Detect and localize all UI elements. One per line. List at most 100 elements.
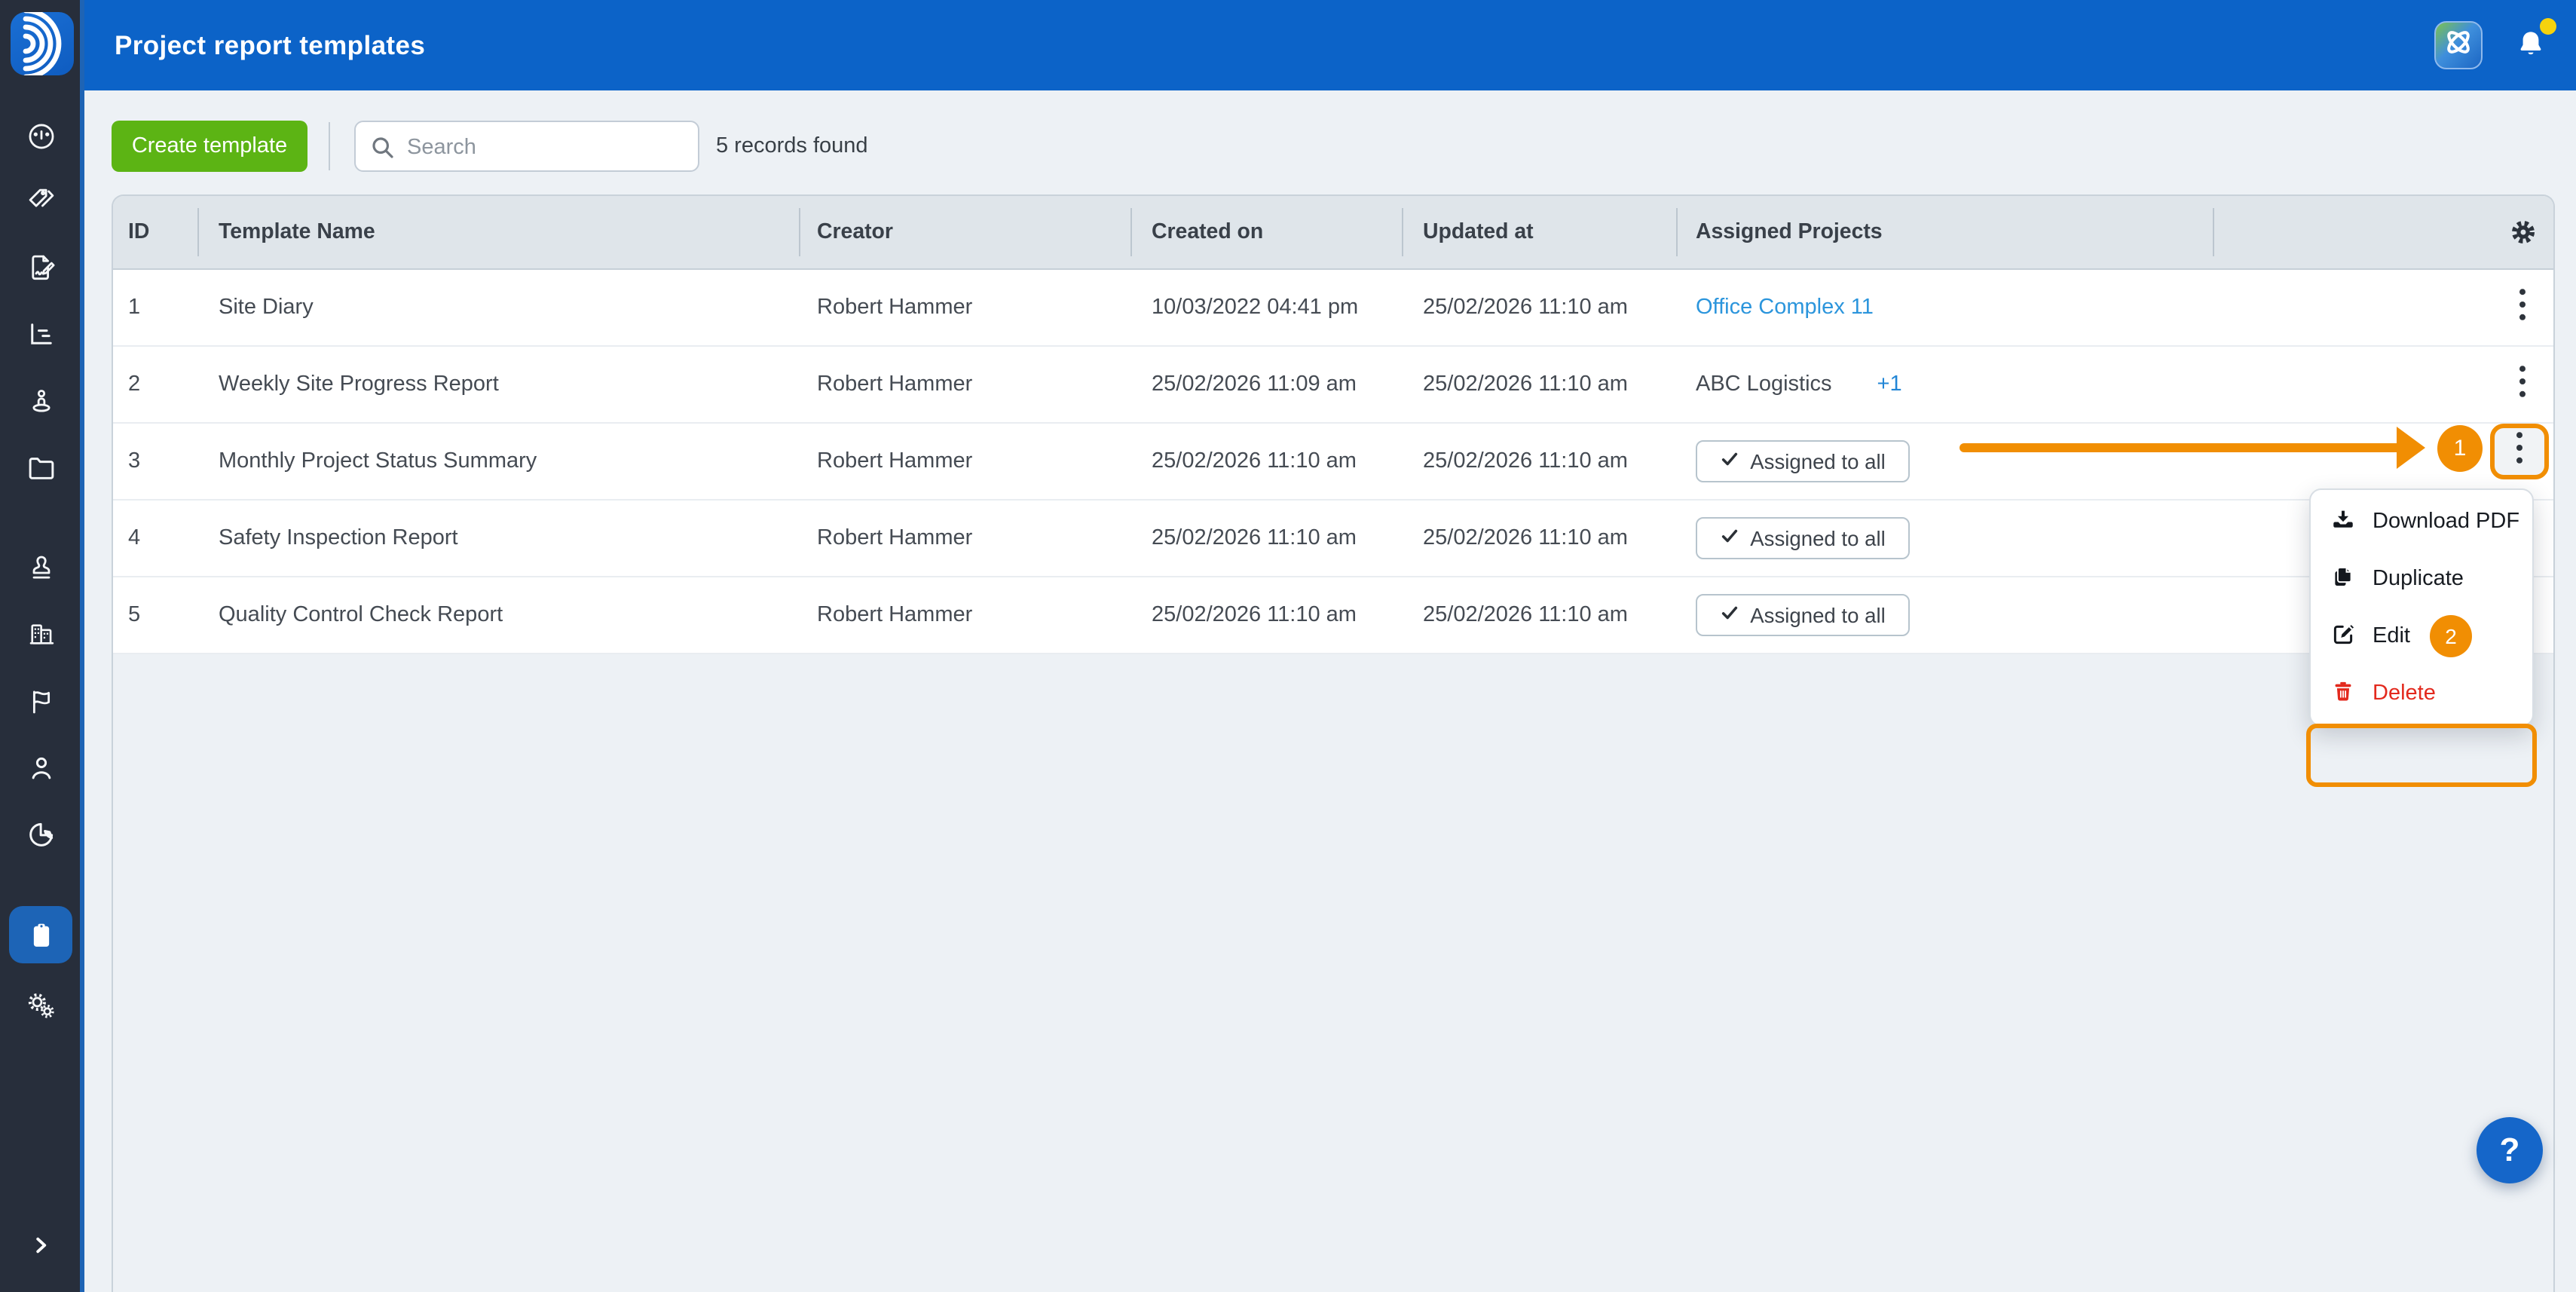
column-header-id[interactable]: ID	[128, 196, 149, 268]
sidebar-item-site-diary[interactable]	[9, 237, 72, 297]
cell-creator: Robert Hammer	[817, 295, 973, 320]
records-count: 5 records found	[716, 134, 868, 158]
table-settings-button[interactable]	[2507, 216, 2540, 249]
cell-creator: Robert Hammer	[817, 526, 973, 550]
stamp-icon	[25, 551, 57, 583]
sidebar-item-report-templates[interactable]	[9, 906, 72, 963]
menu-item-edit[interactable]: Edit	[2306, 608, 2537, 787]
sidebar-item-settings[interactable]	[9, 975, 72, 1036]
table-row[interactable]: 5 Quality Control Check Report Robert Ha…	[113, 577, 2553, 654]
table-row[interactable]: 2 Weekly Site Progress Report Robert Ham…	[113, 347, 2553, 424]
sidebar-item-dashboard[interactable]	[9, 106, 72, 166]
download-icon	[2330, 506, 2356, 537]
edit-icon	[2330, 620, 2356, 652]
sidebar-item-site-view[interactable]	[9, 371, 72, 431]
gear-icon	[2507, 220, 2540, 255]
row-actions-button[interactable]	[2508, 365, 2535, 403]
sidebar-collapse-toggle[interactable]	[9, 1215, 72, 1275]
assigned-to-all-label: Assigned to all	[1750, 527, 1886, 550]
menu-item-download-pdf[interactable]: Download PDF	[2311, 493, 2532, 550]
cell-id: 1	[128, 295, 141, 320]
column-header-updated[interactable]: Updated at	[1423, 196, 1534, 268]
assigned-to-all-label: Assigned to all	[1750, 604, 1886, 626]
cell-id: 3	[128, 449, 141, 473]
column-header-created[interactable]: Created on	[1152, 196, 1263, 268]
cell-id: 5	[128, 603, 141, 627]
buildings-icon	[25, 617, 57, 649]
cell-assigned: ABC Logistics +1	[1696, 347, 1902, 422]
check-icon	[1720, 603, 1739, 627]
cell-name: Safety Inspection Report	[219, 526, 458, 550]
kebab-icon	[2516, 431, 2523, 472]
column-header-assigned[interactable]: Assigned Projects	[1696, 196, 1883, 268]
cell-created: 25/02/2026 11:10 am	[1152, 526, 1357, 550]
menu-item-duplicate[interactable]: Duplicate	[2311, 550, 2532, 608]
column-divider	[1676, 208, 1678, 256]
cell-creator: Robert Hammer	[817, 449, 973, 473]
chevron-right-icon	[27, 1232, 54, 1259]
assigned-to-all-button[interactable]: Assigned to all	[1696, 594, 1910, 636]
app-loops-icon	[2442, 25, 2475, 66]
sidebar-item-issues[interactable]	[9, 671, 72, 731]
cell-name: Weekly Site Progress Report	[219, 372, 499, 396]
sidebar	[0, 0, 84, 1292]
app-switcher-button[interactable]	[2434, 21, 2483, 69]
duplicate-icon	[2330, 563, 2356, 595]
toolbar-divider	[329, 122, 330, 170]
gears-icon	[24, 989, 57, 1022]
sidebar-item-users[interactable]	[9, 737, 72, 798]
cell-created: 25/02/2026 11:10 am	[1152, 449, 1357, 473]
page-title: Project report templates	[115, 30, 426, 60]
assigned-project-text: ABC Logistics	[1696, 372, 1832, 396]
cell-updated: 25/02/2026 11:10 am	[1423, 526, 1628, 550]
assigned-more-badge[interactable]: +1	[1877, 372, 1902, 396]
help-button[interactable]: ?	[2477, 1117, 2543, 1183]
check-icon	[1720, 449, 1739, 473]
column-divider	[1402, 208, 1403, 256]
table-row[interactable]: 3 Monthly Project Status Summary Robert …	[113, 424, 2553, 501]
menu-item-delete[interactable]: Delete	[2311, 665, 2532, 722]
cell-creator: Robert Hammer	[817, 372, 973, 396]
notification-dot	[2540, 18, 2556, 35]
menu-item-label: Duplicate	[2373, 567, 2464, 591]
bell-icon	[2513, 32, 2549, 69]
assigned-to-all-label: Assigned to all	[1750, 450, 1886, 473]
flag-icon	[25, 685, 57, 717]
row-context-menu: Download PDF Duplicate Edit Delete	[2306, 488, 2537, 787]
table-row[interactable]: 4 Safety Inspection Report Robert Hammer…	[113, 501, 2553, 577]
cell-updated: 25/02/2026 11:10 am	[1423, 449, 1628, 473]
chart-icon	[25, 317, 57, 349]
table-row[interactable]: 1 Site Diary Robert Hammer 10/03/2022 04…	[113, 270, 2553, 347]
cell-created: 25/02/2026 11:09 am	[1152, 372, 1357, 396]
search-input[interactable]	[404, 124, 696, 172]
cell-created: 25/02/2026 11:10 am	[1152, 603, 1357, 627]
menu-item-label: Download PDF	[2373, 510, 2520, 534]
clipboard-icon	[25, 919, 57, 951]
menu-item-label: Edit	[2373, 624, 2410, 648]
column-header-name[interactable]: Template Name	[219, 196, 375, 268]
sidebar-item-analytics[interactable]	[9, 804, 72, 864]
sidebar-item-companies[interactable]	[9, 603, 72, 663]
cell-name: Site Diary	[219, 295, 314, 320]
sidebar-item-reports[interactable]	[9, 303, 72, 363]
company-logo[interactable]	[11, 12, 74, 75]
column-header-creator[interactable]: Creator	[817, 196, 893, 268]
sidebar-item-projects[interactable]	[9, 437, 72, 498]
pie-chart-icon	[25, 818, 57, 850]
column-divider	[1130, 208, 1132, 256]
annotation-arrow-head	[2397, 427, 2425, 469]
row-actions-button[interactable]	[2508, 288, 2535, 326]
column-divider	[197, 208, 199, 256]
templates-table: ID Template Name Creator Created on Upda…	[112, 194, 2555, 1292]
cell-id: 2	[128, 372, 141, 396]
row-actions-button-highlighted[interactable]	[2490, 424, 2549, 479]
check-icon	[1720, 526, 1739, 550]
assigned-to-all-button[interactable]: Assigned to all	[1696, 517, 1910, 559]
sidebar-item-tags[interactable]	[9, 170, 72, 231]
create-template-button[interactable]: Create template	[112, 121, 307, 172]
assigned-project-link[interactable]: Office Complex 11	[1696, 270, 1874, 345]
sidebar-item-approvals[interactable]	[9, 537, 72, 597]
cell-created: 10/03/2022 04:41 pm	[1152, 295, 1359, 320]
assigned-to-all-button[interactable]: Assigned to all	[1696, 440, 1910, 482]
question-mark-icon: ?	[2499, 1131, 2520, 1168]
